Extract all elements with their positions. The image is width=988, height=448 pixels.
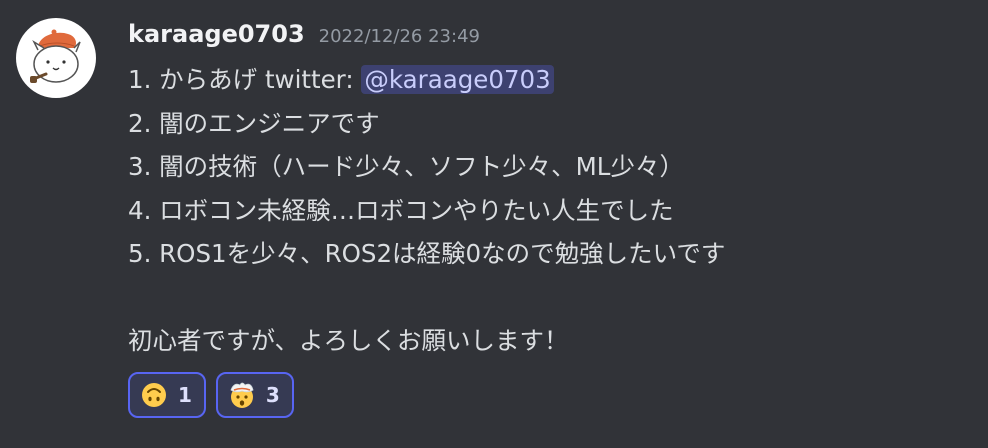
message-line-5: 5. ROS1を少々、ROS2は経験0なので勉強したいです <box>128 239 726 268</box>
reaction-count: 1 <box>178 383 192 407</box>
message-line-4: 4. ロボコン未経験…ロボコンやりたい人生でした <box>128 195 674 225</box>
message-header: karaage0703 2022/12/26 23:49 <box>128 20 480 56</box>
upside-down-face-emoji-icon <box>142 383 166 407</box>
reaction-exploding-head[interactable]: 3 <box>215 372 294 418</box>
message-content: 1. からあげ twitter: @karaage0703 2. 闇のエンジニア… <box>128 58 968 363</box>
message-timestamp[interactable]: 2022/12/26 23:49 <box>319 26 480 47</box>
exploding-head-emoji-icon <box>230 382 254 408</box>
user-avatar[interactable] <box>16 18 96 98</box>
reaction-count: 3 <box>265 383 280 407</box>
message-line-1: 1. からあげ twitter: @karaage0703 <box>128 58 968 102</box>
author-username[interactable]: karaage0703 <box>128 20 305 48</box>
cat-with-beret-icon <box>30 29 81 83</box>
reaction-upside-down-face[interactable]: 1 <box>128 372 206 418</box>
message-line-2: 2. 闇のエンジニアです <box>128 108 380 138</box>
chat-message: karaage0703 2022/12/26 23:49 1. からあげ twi… <box>0 0 988 448</box>
message-closing-line: 初心者ですが、よろしくお願いします！ <box>128 326 569 355</box>
line-1-text: 1. からあげ twitter: <box>128 65 362 94</box>
reactions-bar: 1 3 <box>128 372 294 418</box>
message-line-3: 3. 闇の技術（ハード少々、ソフト少々、ML少々） <box>128 152 684 181</box>
user-mention[interactable]: @karaage0703 <box>361 65 554 94</box>
